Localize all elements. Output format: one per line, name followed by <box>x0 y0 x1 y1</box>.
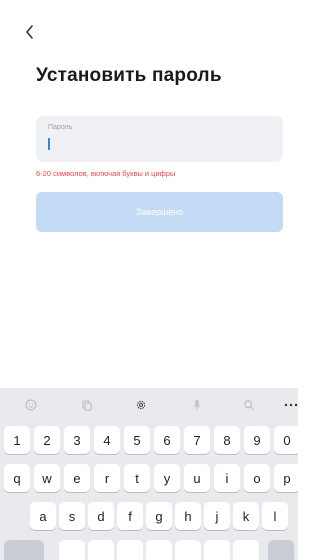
key-6[interactable]: 6 <box>154 426 180 454</box>
more-icon[interactable] <box>282 396 298 414</box>
key-w[interactable]: w <box>34 464 60 492</box>
key-j[interactable]: j <box>204 502 230 530</box>
key-q[interactable]: q <box>4 464 30 492</box>
key-h[interactable]: h <box>175 502 201 530</box>
keyboard-row-middle: a s d f g h j k l <box>0 502 298 532</box>
key-a[interactable]: a <box>30 502 56 530</box>
key-3[interactable]: 3 <box>64 426 90 454</box>
key-k[interactable]: k <box>233 502 259 530</box>
key-2[interactable]: 2 <box>34 426 60 454</box>
password-input[interactable] <box>46 136 266 154</box>
key-l[interactable]: l <box>262 502 288 530</box>
key-1[interactable]: 1 <box>4 426 30 454</box>
key-d[interactable]: d <box>88 502 114 530</box>
key-u[interactable]: u <box>184 464 210 492</box>
keyboard-toolbar <box>0 388 298 422</box>
on-screen-keyboard: 1 2 3 4 5 6 7 8 9 0 q w e r t y u i o p … <box>0 388 298 560</box>
text-caret <box>48 138 50 150</box>
key-n[interactable] <box>204 540 230 560</box>
key-e[interactable]: e <box>64 464 90 492</box>
password-field-container[interactable]: Пароль <box>36 116 283 162</box>
keyboard-row-bottom <box>0 540 298 560</box>
back-button[interactable] <box>18 20 42 44</box>
key-m[interactable] <box>233 540 259 560</box>
password-hint: 6-20 символов, включая буквы и цифры <box>36 169 176 178</box>
chevron-left-icon <box>26 25 33 39</box>
key-i[interactable]: i <box>214 464 240 492</box>
key-r[interactable]: r <box>94 464 120 492</box>
key-t[interactable]: t <box>124 464 150 492</box>
key-9[interactable]: 9 <box>244 426 270 454</box>
key-o[interactable]: o <box>244 464 270 492</box>
key-5[interactable]: 5 <box>124 426 150 454</box>
emoji-icon[interactable] <box>22 396 40 414</box>
key-8[interactable]: 8 <box>214 426 240 454</box>
settings-icon[interactable] <box>132 396 150 414</box>
keyboard-row-top: q w e r t y u i o p <box>0 464 298 494</box>
keyboard-row-numbers: 1 2 3 4 5 6 7 8 9 0 <box>0 426 298 456</box>
status-bar <box>0 0 298 10</box>
shift-key[interactable] <box>4 540 44 560</box>
microphone-icon[interactable] <box>188 396 206 414</box>
password-field-label: Пароль <box>48 124 73 131</box>
backspace-key[interactable] <box>268 540 294 560</box>
key-p[interactable]: p <box>274 464 298 492</box>
done-button[interactable]: Завершено <box>36 192 283 232</box>
key-f[interactable]: f <box>117 502 143 530</box>
key-7[interactable]: 7 <box>184 426 210 454</box>
search-icon[interactable] <box>240 396 258 414</box>
key-g[interactable]: g <box>146 502 172 530</box>
key-v[interactable] <box>146 540 172 560</box>
key-s[interactable]: s <box>59 502 85 530</box>
key-0[interactable]: 0 <box>274 426 298 454</box>
key-z[interactable] <box>59 540 85 560</box>
key-c[interactable] <box>117 540 143 560</box>
key-4[interactable]: 4 <box>94 426 120 454</box>
page-title: Установить пароль <box>36 65 222 86</box>
key-b[interactable] <box>175 540 201 560</box>
key-x[interactable] <box>88 540 114 560</box>
clipboard-icon[interactable] <box>78 396 96 414</box>
key-y[interactable]: y <box>154 464 180 492</box>
